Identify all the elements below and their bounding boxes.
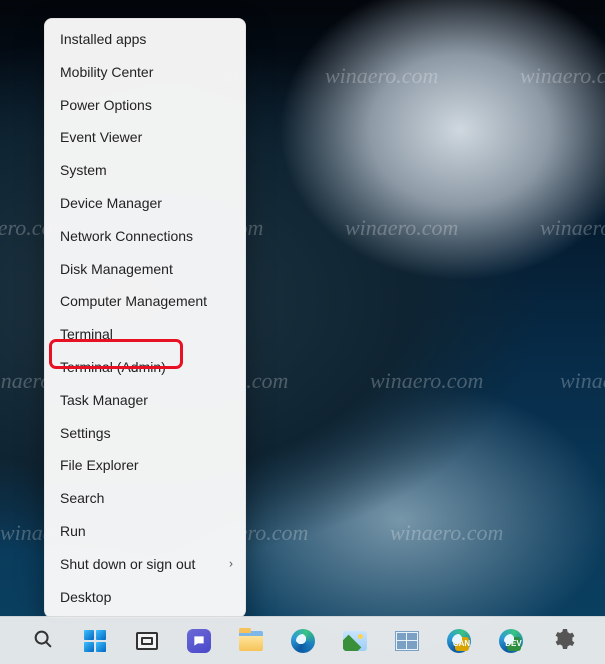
menu-item-disk-management[interactable]: Disk Management bbox=[45, 253, 245, 286]
folder-icon bbox=[239, 631, 263, 651]
watermark: winaero.com bbox=[560, 368, 605, 394]
menu-item-label: Network Connections bbox=[60, 228, 193, 244]
edge-icon: DEV bbox=[499, 629, 523, 653]
menu-item-label: Mobility Center bbox=[60, 64, 153, 80]
menu-item-settings[interactable]: Settings bbox=[45, 417, 245, 450]
windows-start-icon bbox=[84, 630, 106, 652]
start-button[interactable] bbox=[75, 621, 115, 661]
menu-item-search[interactable]: Search bbox=[45, 482, 245, 515]
menu-item-device-manager[interactable]: Device Manager bbox=[45, 187, 245, 220]
menu-item-label: Task Manager bbox=[60, 392, 148, 408]
menu-item-label: Power Options bbox=[60, 97, 152, 113]
menu-item-installed-apps[interactable]: Installed apps bbox=[45, 23, 245, 56]
watermark: winaero.com bbox=[540, 215, 605, 241]
menu-item-label: Disk Management bbox=[60, 261, 173, 277]
menu-item-desktop[interactable]: Desktop bbox=[45, 581, 245, 614]
chevron-right-icon: › bbox=[229, 557, 233, 571]
menu-item-file-explorer[interactable]: File Explorer bbox=[45, 449, 245, 482]
desktop: winaero.com winaero.com winaero.com wina… bbox=[0, 0, 605, 664]
menu-item-task-manager[interactable]: Task Manager bbox=[45, 384, 245, 417]
menu-item-terminal-admin[interactable]: Terminal (Admin) bbox=[45, 351, 245, 384]
menu-item-label: Device Manager bbox=[60, 195, 162, 211]
taskbar: CAN DEV bbox=[0, 616, 605, 664]
menu-item-shut-down-or-sign-out[interactable]: Shut down or sign out › bbox=[45, 548, 245, 581]
menu-item-label: Event Viewer bbox=[60, 129, 142, 145]
watermark: winaero.com bbox=[325, 63, 438, 89]
menu-item-label: Terminal (Admin) bbox=[60, 359, 166, 375]
menu-item-label: File Explorer bbox=[60, 457, 139, 473]
menu-item-label: Shut down or sign out bbox=[60, 556, 195, 572]
app-grid-icon bbox=[395, 631, 419, 651]
edge-canary-button[interactable]: CAN bbox=[439, 621, 479, 661]
chat-button[interactable] bbox=[179, 621, 219, 661]
watermark: winaero.com bbox=[520, 63, 605, 89]
settings-button[interactable] bbox=[543, 621, 583, 661]
search-icon bbox=[32, 628, 54, 653]
watermark: winaero.com bbox=[390, 520, 503, 546]
gear-icon bbox=[551, 627, 575, 654]
menu-item-power-options[interactable]: Power Options bbox=[45, 89, 245, 122]
edge-dev-button[interactable]: DEV bbox=[491, 621, 531, 661]
menu-item-label: Settings bbox=[60, 425, 111, 441]
watermark: winaero.com bbox=[345, 215, 458, 241]
menu-item-mobility-center[interactable]: Mobility Center bbox=[45, 56, 245, 89]
menu-item-label: Terminal bbox=[60, 326, 113, 342]
badge: DEV bbox=[507, 637, 521, 651]
menu-item-label: Installed apps bbox=[60, 31, 146, 47]
search-button[interactable] bbox=[23, 621, 63, 661]
menu-item-terminal[interactable]: Terminal bbox=[45, 318, 245, 351]
menu-item-label: System bbox=[60, 162, 107, 178]
menu-item-event-viewer[interactable]: Event Viewer bbox=[45, 121, 245, 154]
task-view-button[interactable] bbox=[127, 621, 167, 661]
app-button-1[interactable] bbox=[387, 621, 427, 661]
photos-button[interactable] bbox=[335, 621, 375, 661]
menu-item-label: Run bbox=[60, 523, 86, 539]
edge-icon bbox=[291, 629, 315, 653]
photos-icon bbox=[343, 631, 367, 651]
file-explorer-button[interactable] bbox=[231, 621, 271, 661]
menu-item-computer-management[interactable]: Computer Management bbox=[45, 285, 245, 318]
menu-item-label: Desktop bbox=[60, 589, 111, 605]
badge: CAN bbox=[455, 637, 469, 651]
chat-icon bbox=[187, 629, 211, 653]
menu-item-network-connections[interactable]: Network Connections bbox=[45, 220, 245, 253]
menu-item-run[interactable]: Run bbox=[45, 515, 245, 548]
watermark: winaero.com bbox=[370, 368, 483, 394]
menu-item-label: Computer Management bbox=[60, 293, 207, 309]
edge-button[interactable] bbox=[283, 621, 323, 661]
task-view-icon bbox=[136, 632, 158, 650]
menu-item-system[interactable]: System bbox=[45, 154, 245, 187]
menu-item-label: Search bbox=[60, 490, 104, 506]
winx-context-menu: Installed apps Mobility Center Power Optio… bbox=[44, 18, 246, 618]
edge-icon: CAN bbox=[447, 629, 471, 653]
